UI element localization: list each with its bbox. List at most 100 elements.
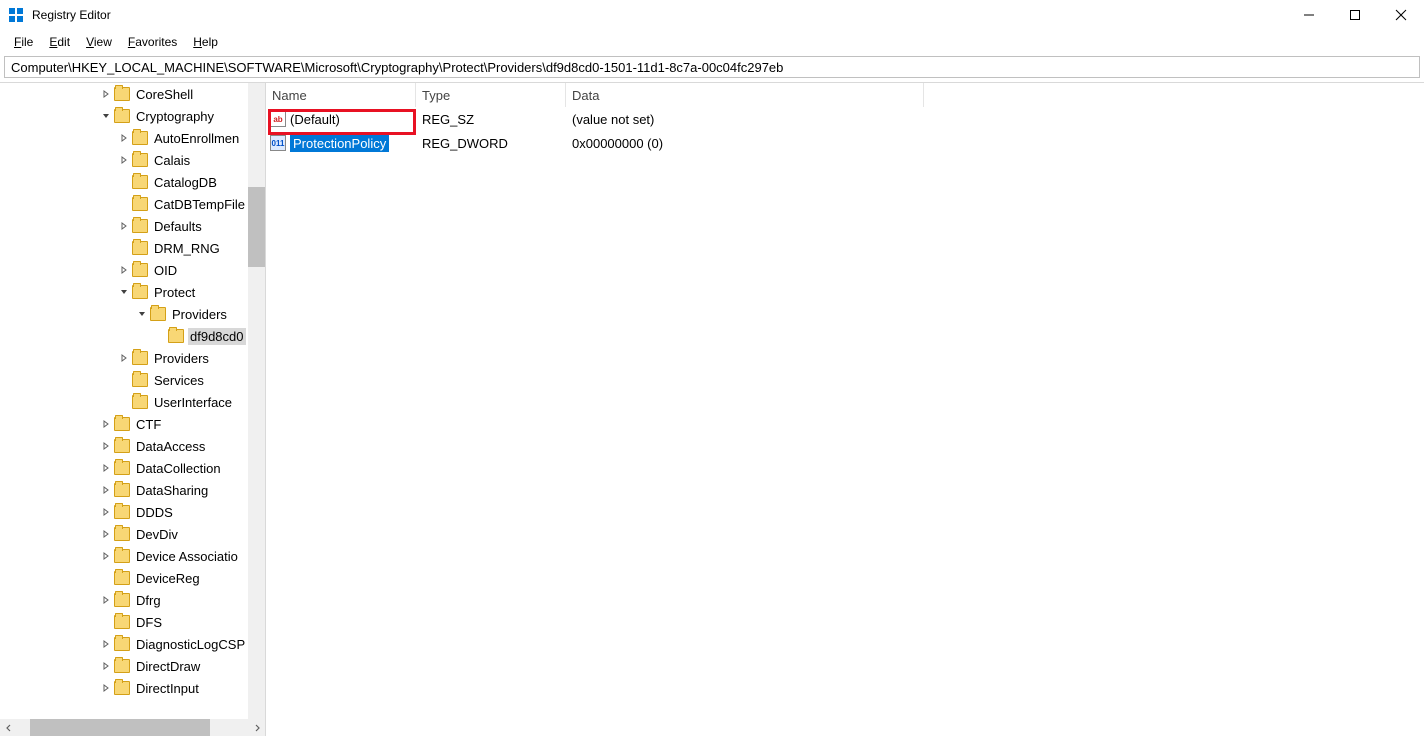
folder-icon <box>132 131 148 145</box>
close-button[interactable] <box>1378 0 1424 30</box>
tree-item[interactable]: Providers <box>0 303 265 325</box>
tree-item[interactable]: DRM_RNG <box>0 237 265 259</box>
chevron-right-icon[interactable] <box>98 416 114 432</box>
tree-item[interactable]: DiagnosticLogCSP <box>0 633 265 655</box>
tree-item[interactable]: df9d8cd0 <box>0 325 265 347</box>
tree-item-label: DataCollection <box>134 460 223 477</box>
window-title: Registry Editor <box>32 8 111 22</box>
tree-item[interactable]: Cryptography <box>0 105 265 127</box>
tree-item[interactable]: DirectInput <box>0 677 265 699</box>
menu-edit[interactable]: Edit <box>43 33 76 51</box>
tree-item[interactable]: DevDiv <box>0 523 265 545</box>
chevron-right-icon[interactable] <box>98 658 114 674</box>
tree-item-label: DiagnosticLogCSP <box>134 636 247 653</box>
menu-file[interactable]: File <box>8 33 39 51</box>
tree-item-label: Providers <box>152 350 211 367</box>
folder-icon <box>114 461 130 475</box>
tree-item[interactable]: Dfrg <box>0 589 265 611</box>
tree-item[interactable]: DataCollection <box>0 457 265 479</box>
folder-icon <box>132 175 148 189</box>
chevron-right-icon[interactable] <box>116 218 132 234</box>
menu-favorites[interactable]: Favorites <box>122 33 183 51</box>
folder-icon <box>114 549 130 563</box>
chevron-right-icon[interactable] <box>98 438 114 454</box>
folder-icon <box>132 197 148 211</box>
tree-item-label: DevDiv <box>134 526 180 543</box>
tree-item-label: DDDS <box>134 504 175 521</box>
chevron-right-icon <box>253 724 261 732</box>
tree-item-label: UserInterface <box>152 394 234 411</box>
folder-icon <box>114 109 130 123</box>
tree-item[interactable]: DataAccess <box>0 435 265 457</box>
folder-icon <box>132 263 148 277</box>
value-row[interactable]: 011ProtectionPolicyREG_DWORD0x00000000 (… <box>266 131 1424 155</box>
tree-item-label: CTF <box>134 416 163 433</box>
address-bar[interactable]: Computer\HKEY_LOCAL_MACHINE\SOFTWARE\Mic… <box>4 56 1420 78</box>
tree-item[interactable]: Defaults <box>0 215 265 237</box>
chevron-right-icon[interactable] <box>116 152 132 168</box>
tree-item[interactable]: Providers <box>0 347 265 369</box>
tree-item[interactable]: Device Associatio <box>0 545 265 567</box>
chevron-right-icon[interactable] <box>98 504 114 520</box>
tree-item[interactable]: DataSharing <box>0 479 265 501</box>
scroll-right-button[interactable] <box>248 719 265 736</box>
tree-item[interactable]: DFS <box>0 611 265 633</box>
value-row[interactable]: ab(Default)REG_SZ(value not set) <box>266 107 1424 131</box>
list-header: Name Type Data <box>266 83 1424 107</box>
values-list[interactable]: Name Type Data ab(Default)REG_SZ(value n… <box>266 83 1424 736</box>
tree-item-label: Cryptography <box>134 108 216 125</box>
column-header-type[interactable]: Type <box>416 83 566 107</box>
tree-item[interactable]: Calais <box>0 149 265 171</box>
chevron-right-icon[interactable] <box>116 130 132 146</box>
tree-item[interactable]: OID <box>0 259 265 281</box>
tree-item[interactable]: Services <box>0 369 265 391</box>
chevron-right-icon[interactable] <box>98 592 114 608</box>
value-type: REG_SZ <box>416 112 566 127</box>
tree-vertical-scrollbar[interactable] <box>248 83 265 719</box>
folder-icon <box>114 659 130 673</box>
tree-item[interactable]: CoreShell <box>0 83 265 105</box>
chevron-right-icon[interactable] <box>98 636 114 652</box>
chevron-right-icon[interactable] <box>98 680 114 696</box>
scrollbar-thumb[interactable] <box>30 719 210 736</box>
chevron-right-icon[interactable] <box>98 482 114 498</box>
scrollbar-thumb[interactable] <box>248 187 265 267</box>
chevron-down-icon[interactable] <box>98 108 114 124</box>
tree-item[interactable]: DirectDraw <box>0 655 265 677</box>
chevron-right-icon[interactable] <box>98 548 114 564</box>
tree-item[interactable]: CTF <box>0 413 265 435</box>
tree-item[interactable]: AutoEnrollmen <box>0 127 265 149</box>
tree-item[interactable]: DDDS <box>0 501 265 523</box>
tree-horizontal-scrollbar[interactable] <box>0 719 265 736</box>
tree-item-label: Calais <box>152 152 192 169</box>
tree-item[interactable]: UserInterface <box>0 391 265 413</box>
menu-view[interactable]: View <box>80 33 118 51</box>
tree-item[interactable]: DeviceReg <box>0 567 265 589</box>
chevron-right-icon[interactable] <box>98 460 114 476</box>
chevron-right-icon[interactable] <box>98 86 114 102</box>
folder-icon <box>132 373 148 387</box>
tree-item[interactable]: CatalogDB <box>0 171 265 193</box>
chevron-right-icon[interactable] <box>116 350 132 366</box>
folder-icon <box>114 681 130 695</box>
chevron-down-icon[interactable] <box>134 306 150 322</box>
chevron-right-icon[interactable] <box>116 262 132 278</box>
folder-icon <box>114 637 130 651</box>
minimize-icon <box>1303 9 1315 21</box>
chevron-down-icon[interactable] <box>116 284 132 300</box>
column-header-name[interactable]: Name <box>266 83 416 107</box>
registry-tree[interactable]: CoreShell Cryptography AutoEnrollmen Calais… <box>0 83 265 719</box>
value-data: 0x00000000 (0) <box>566 136 1424 151</box>
tree-item-label: CatDBTempFile <box>152 196 247 213</box>
scroll-left-button[interactable] <box>0 719 17 736</box>
chevron-right-icon[interactable] <box>98 526 114 542</box>
tree-item[interactable]: CatDBTempFile <box>0 193 265 215</box>
menu-help[interactable]: Help <box>187 33 224 51</box>
maximize-button[interactable] <box>1332 0 1378 30</box>
minimize-button[interactable] <box>1286 0 1332 30</box>
titlebar[interactable]: Registry Editor <box>0 0 1424 30</box>
column-header-data[interactable]: Data <box>566 83 924 107</box>
tree-item[interactable]: Protect <box>0 281 265 303</box>
folder-icon <box>132 351 148 365</box>
menubar: File Edit View Favorites Help <box>0 30 1424 54</box>
